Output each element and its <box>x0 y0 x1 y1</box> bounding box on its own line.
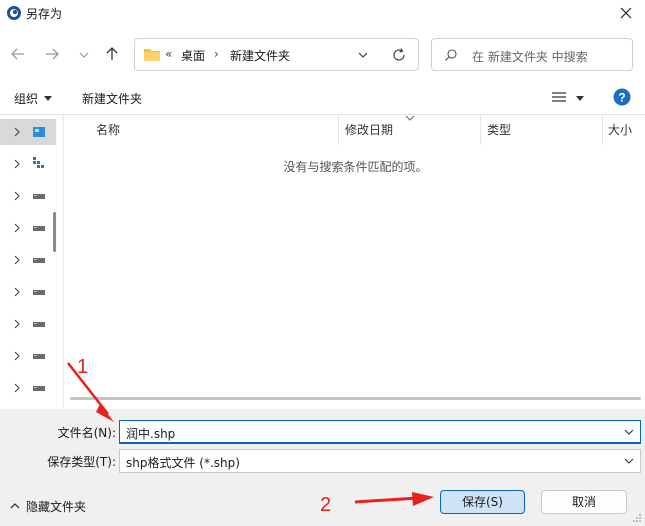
resize-grip-icon[interactable] <box>632 513 642 523</box>
chevron-down-icon[interactable] <box>624 458 634 465</box>
annotation-number-2: 2 <box>320 494 332 516</box>
search-icon <box>445 49 457 61</box>
title-bar: 另存为 <box>0 0 645 28</box>
command-toolbar: 组织 新建文件夹 ? <box>0 80 645 115</box>
column-divider[interactable] <box>338 115 339 145</box>
nav-tree-item[interactable] <box>0 375 56 401</box>
view-list-icon[interactable] <box>552 91 566 103</box>
nav-tree-item[interactable] <box>0 151 56 177</box>
refresh-icon[interactable] <box>391 47 407 63</box>
chevron-right-icon[interactable] <box>13 319 21 329</box>
filename-field[interactable]: 润中.shp <box>119 420 641 444</box>
chevron-right-icon[interactable] <box>13 191 21 201</box>
sidebar-scrollbar[interactable] <box>53 212 56 252</box>
hide-folders-button[interactable]: 隐藏文件夹 <box>26 498 86 515</box>
chevron-right-icon[interactable] <box>13 255 21 265</box>
chevron-down-icon[interactable] <box>624 429 634 436</box>
nav-tree-item[interactable] <box>0 215 56 241</box>
filetype-label: 保存类型(T): <box>47 455 116 469</box>
search-input[interactable]: 在 新建文件夹 中搜索 <box>472 48 588 65</box>
chevron-right-icon[interactable] <box>13 127 21 137</box>
drive-icon <box>33 354 45 359</box>
chevron-down-icon[interactable] <box>357 50 369 60</box>
drive-icon <box>33 226 45 231</box>
drive-icon <box>33 322 45 327</box>
drive-icon <box>33 290 45 295</box>
up-arrow-icon[interactable] <box>102 44 122 64</box>
chevron-right-icon[interactable] <box>13 351 21 361</box>
app-logo-icon <box>7 6 21 20</box>
close-icon[interactable] <box>617 4 635 22</box>
desktop-icon <box>33 127 45 137</box>
chevron-up-icon[interactable] <box>10 502 20 509</box>
nav-tree-item[interactable] <box>0 119 56 145</box>
help-icon[interactable]: ? <box>613 88 631 106</box>
nav-tree-item[interactable] <box>0 279 56 305</box>
nav-tree-item[interactable] <box>0 311 56 337</box>
breadcrumb-separator: › <box>214 47 219 61</box>
drive-icon <box>33 386 45 391</box>
save-button[interactable]: 保存(S) <box>440 490 525 514</box>
column-divider[interactable] <box>602 115 603 145</box>
navigation-pane[interactable] <box>0 115 64 409</box>
caret-down-icon[interactable] <box>576 96 584 102</box>
chevron-right-icon[interactable] <box>13 383 21 393</box>
column-header-type[interactable]: 类型 <box>487 121 511 138</box>
filename-value[interactable]: 润中.shp <box>126 425 175 442</box>
forward-arrow-icon[interactable] <box>42 44 62 64</box>
horizontal-scrollbar[interactable] <box>70 397 641 400</box>
network-icon <box>33 157 44 168</box>
nav-tree-item[interactable] <box>0 343 56 369</box>
chevron-right-icon[interactable] <box>13 223 21 233</box>
breadcrumb-desktop[interactable]: 桌面 <box>181 47 205 64</box>
column-header-modified[interactable]: 修改日期 <box>345 121 393 138</box>
empty-state-message: 没有与搜索条件匹配的项。 <box>283 160 428 174</box>
cancel-button[interactable]: 取消 <box>541 490 627 514</box>
navigation-bar: « 桌面 › 新建文件夹 在 新建文件夹 中搜索 <box>0 28 645 80</box>
column-divider[interactable] <box>480 115 481 145</box>
window-title: 另存为 <box>26 7 63 21</box>
search-box[interactable]: 在 新建文件夹 中搜索 <box>431 38 633 71</box>
new-folder-button[interactable]: 新建文件夹 <box>82 90 142 107</box>
svg-text:?: ? <box>618 91 625 105</box>
address-bar[interactable]: « 桌面 › 新建文件夹 <box>134 38 419 71</box>
nav-tree-item[interactable] <box>0 183 56 209</box>
chevron-right-icon[interactable] <box>13 287 21 297</box>
sort-caret-icon <box>405 115 415 121</box>
drive-icon <box>33 194 45 199</box>
filetype-select[interactable]: shp格式文件 (*.shp) <box>119 449 641 473</box>
breadcrumb-overflow[interactable]: « <box>165 47 172 61</box>
filename-label: 文件名(N): <box>57 426 116 440</box>
column-header-name[interactable]: 名称 <box>96 121 120 138</box>
breadcrumb-current-folder[interactable]: 新建文件夹 <box>230 47 290 64</box>
column-header-size[interactable]: 大小 <box>608 121 632 138</box>
folder-icon <box>144 49 160 61</box>
caret-down-icon[interactable] <box>44 96 52 102</box>
organize-menu-button[interactable]: 组织 <box>14 90 38 107</box>
nav-tree-item[interactable] <box>0 247 56 273</box>
back-arrow-icon[interactable] <box>8 44 28 64</box>
recent-dropdown-icon[interactable] <box>74 44 94 64</box>
annotation-number-1: 1 <box>77 356 89 378</box>
filetype-value[interactable]: shp格式文件 (*.shp) <box>126 454 240 471</box>
chevron-right-icon[interactable] <box>13 159 21 169</box>
drive-icon <box>33 258 45 263</box>
file-list[interactable]: 名称 修改日期 类型 大小 没有与搜索条件匹配的项。 <box>66 115 645 409</box>
